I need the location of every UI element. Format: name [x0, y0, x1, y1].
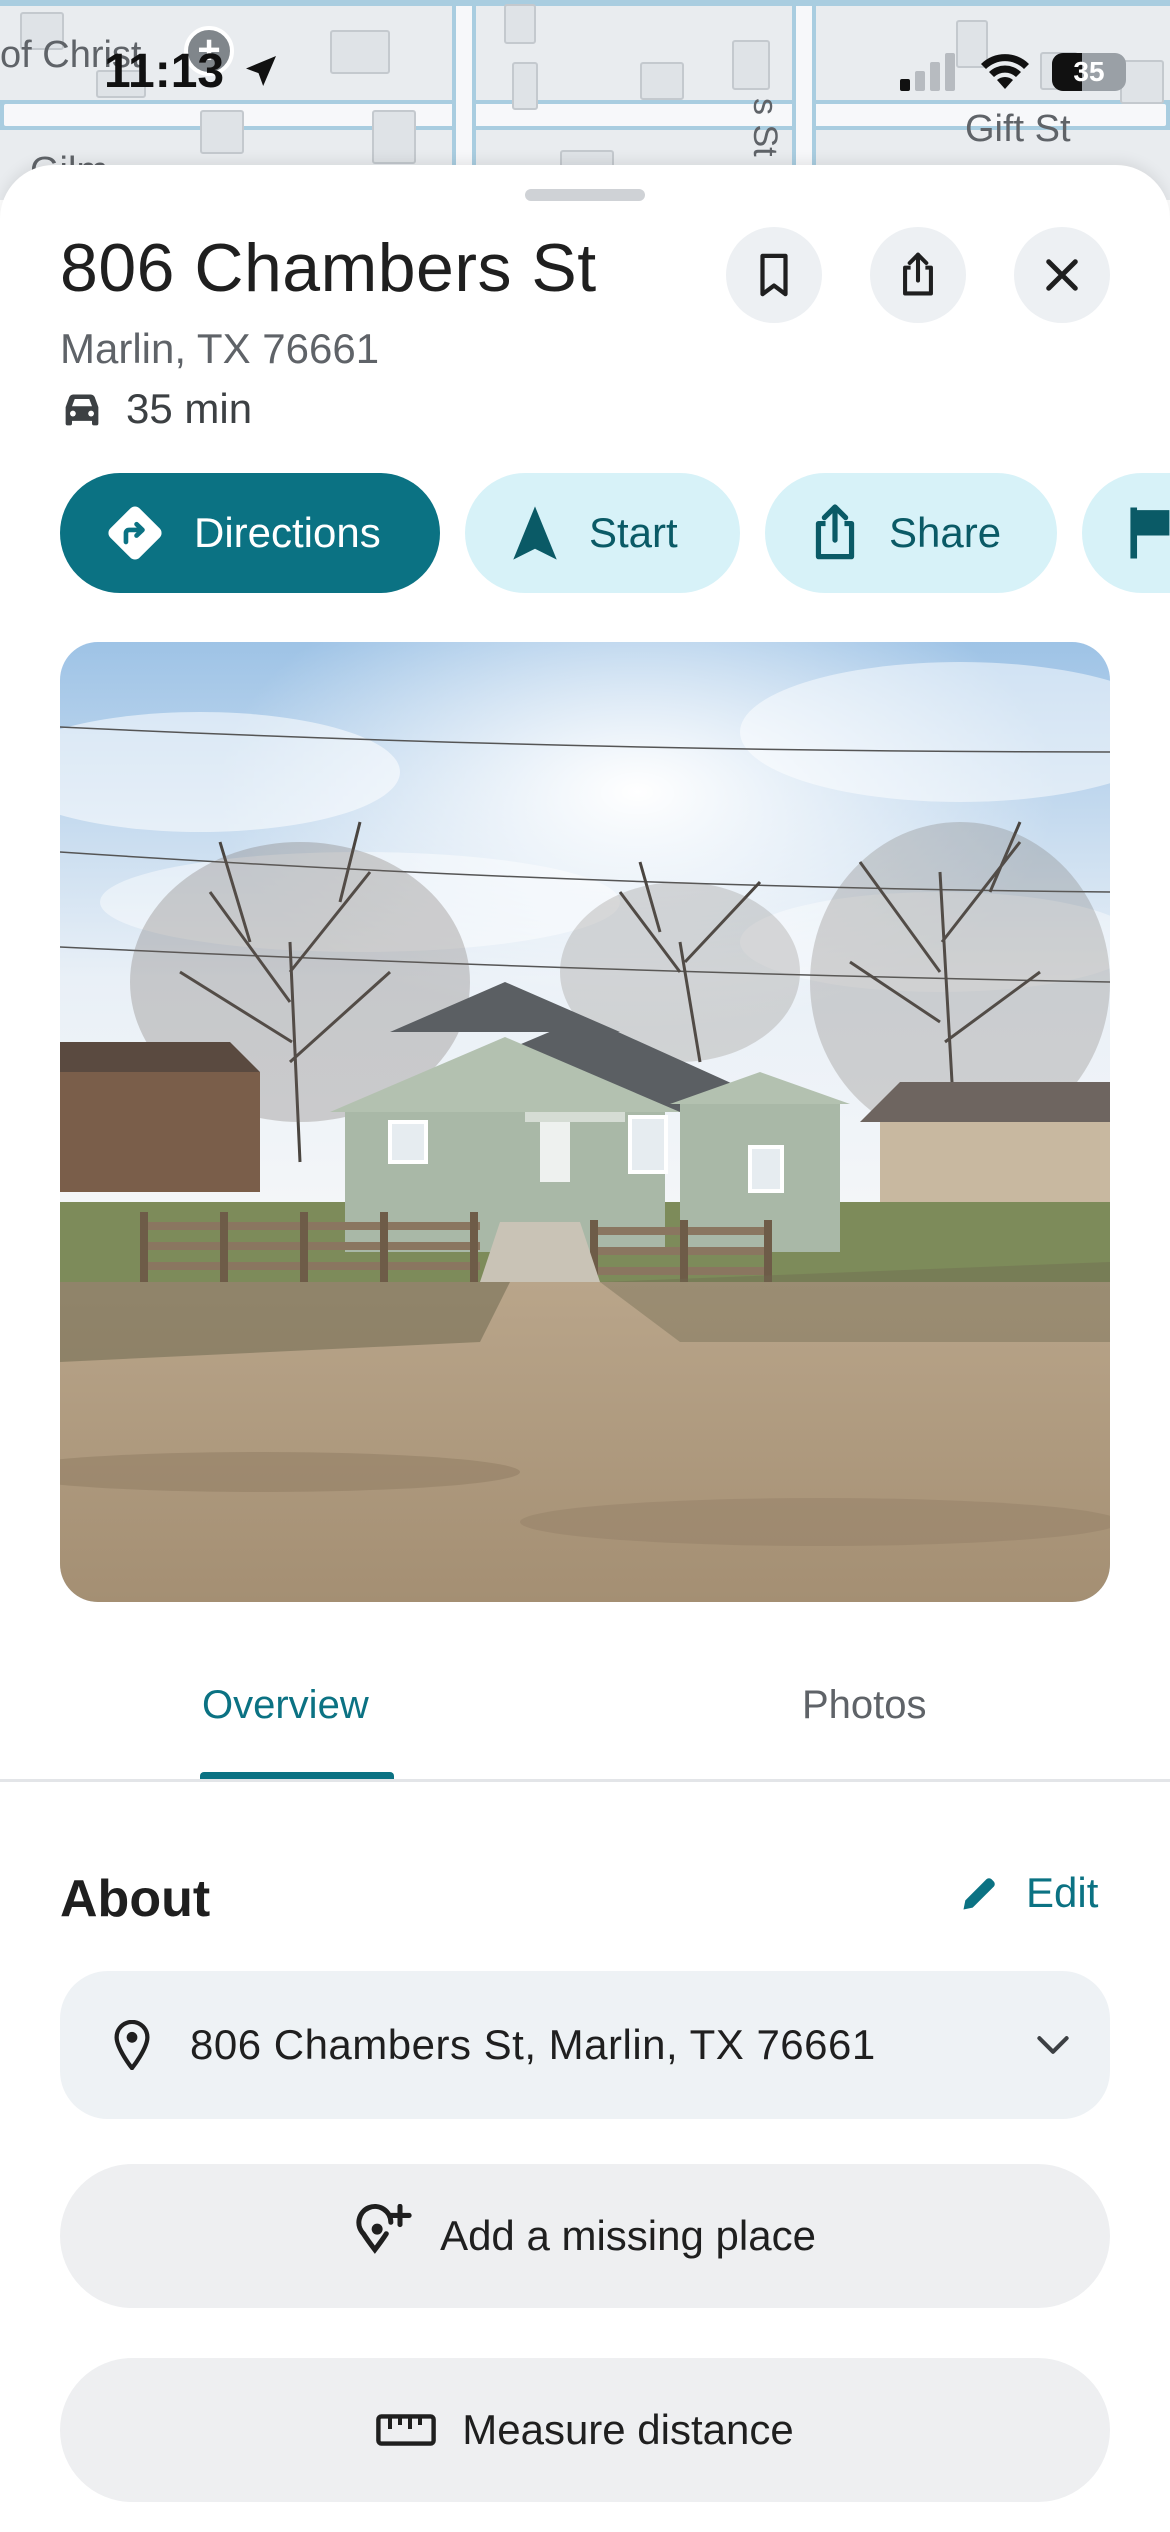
edit-label: Edit — [1026, 1869, 1099, 1916]
edit-button[interactable]: Edit — [958, 1869, 1098, 1917]
tab-divider — [0, 1779, 1170, 1782]
share-header-button[interactable] — [870, 227, 966, 323]
bookmark-icon — [760, 253, 788, 297]
drive-time-label: 35 min — [126, 385, 253, 432]
map-label-gift-st: Gift St — [965, 108, 1071, 150]
map-label-street: s St — [746, 98, 784, 157]
status-time: 11:13 — [104, 44, 281, 99]
pencil-icon — [963, 1878, 995, 1910]
place-sheet: 806 Chambers St Marlin, TX 76661 35 min … — [0, 165, 1170, 2532]
chevron-down-icon[interactable] — [1036, 2034, 1070, 2056]
wifi-icon — [981, 54, 1029, 89]
tab-photos[interactable]: Photos — [802, 1683, 927, 1728]
flag-icon — [1130, 507, 1170, 559]
measure-distance-label: Measure distance — [462, 2406, 794, 2453]
close-button[interactable] — [1014, 227, 1110, 323]
location-arrow-icon — [246, 56, 277, 86]
add-missing-place-label: Add a missing place — [440, 2212, 816, 2259]
share-label: Share — [889, 509, 1002, 556]
share-icon — [903, 252, 933, 296]
battery-icon: 35 — [1052, 53, 1126, 91]
start-label: Start — [589, 509, 678, 556]
label-place-button[interactable] — [1082, 473, 1170, 593]
drive-time: 35 min — [60, 385, 252, 433]
house-photo-image — [60, 642, 1110, 1602]
directions-button[interactable]: Directions — [60, 473, 440, 593]
navigation-arrow-icon — [513, 506, 557, 560]
status-icons: 35 — [900, 52, 1126, 92]
start-button[interactable]: Start — [465, 473, 740, 593]
street-view-photo[interactable] — [60, 642, 1110, 1602]
sheet-grabber[interactable] — [525, 189, 645, 201]
add-missing-place-button[interactable]: Add a missing place — [60, 2164, 1110, 2308]
close-icon — [1046, 259, 1078, 291]
directions-label: Directions — [194, 509, 381, 556]
location-pin-icon — [114, 2020, 150, 2070]
save-button[interactable] — [726, 227, 822, 323]
about-heading: About — [60, 1870, 211, 1928]
ruler-icon — [376, 2414, 437, 2446]
place-title: 806 Chambers St — [60, 230, 597, 306]
tab-overview[interactable]: Overview — [202, 1683, 369, 1728]
add-location-icon — [356, 2204, 412, 2254]
car-icon — [65, 394, 99, 426]
address-row[interactable]: 806 Chambers St, Marlin, TX 76661 — [60, 1971, 1110, 2119]
address-text: 806 Chambers St, Marlin, TX 76661 — [190, 2021, 876, 2068]
measure-distance-button[interactable]: Measure distance — [60, 2358, 1110, 2502]
share-button[interactable]: Share — [765, 473, 1057, 593]
directions-icon — [108, 506, 162, 560]
share-icon — [815, 504, 855, 560]
signal-icon — [900, 53, 955, 91]
place-subtitle: Marlin, TX 76661 — [60, 325, 380, 372]
